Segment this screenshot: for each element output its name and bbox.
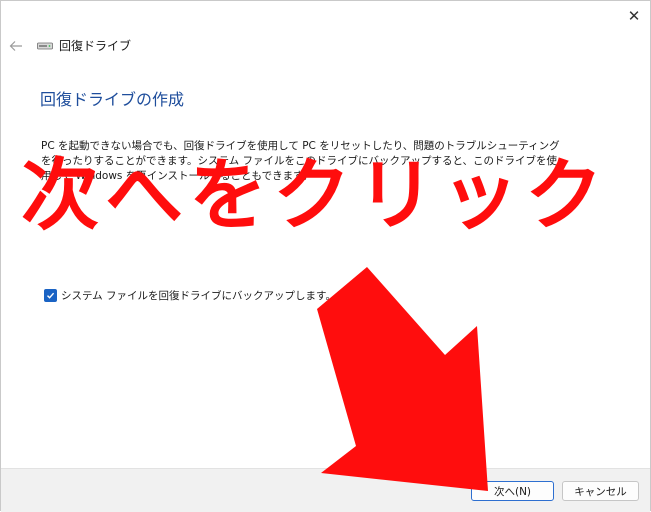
next-button[interactable]: 次へ(N) bbox=[471, 481, 554, 501]
cancel-button[interactable]: キャンセル bbox=[562, 481, 639, 501]
page-heading: 回復ドライブの作成 bbox=[40, 90, 185, 109]
backup-checkbox-label: システム ファイルを回復ドライブにバックアップします。 bbox=[61, 290, 336, 302]
backup-checkbox-row[interactable]: システム ファイルを回復ドライブにバックアップします。 bbox=[44, 288, 336, 303]
back-button[interactable] bbox=[7, 37, 25, 55]
back-arrow-icon bbox=[9, 41, 22, 51]
annotation-overlay-text: 次へをクリック bbox=[21, 151, 610, 241]
titlebar: 回復ドライブ bbox=[37, 37, 131, 54]
backup-checkbox[interactable] bbox=[44, 289, 57, 302]
annotation-arrow-icon bbox=[317, 267, 488, 491]
close-button[interactable]: ✕ bbox=[619, 5, 649, 27]
recovery-drive-window: ✕ 回復ドライブ 回復ドライブの作成 PC を起動できない場合でも、回復ドライブ… bbox=[0, 0, 651, 512]
checkmark-icon bbox=[47, 292, 55, 299]
window-title: 回復ドライブ bbox=[59, 39, 132, 53]
drive-icon bbox=[37, 42, 53, 49]
close-icon: ✕ bbox=[627, 7, 641, 25]
